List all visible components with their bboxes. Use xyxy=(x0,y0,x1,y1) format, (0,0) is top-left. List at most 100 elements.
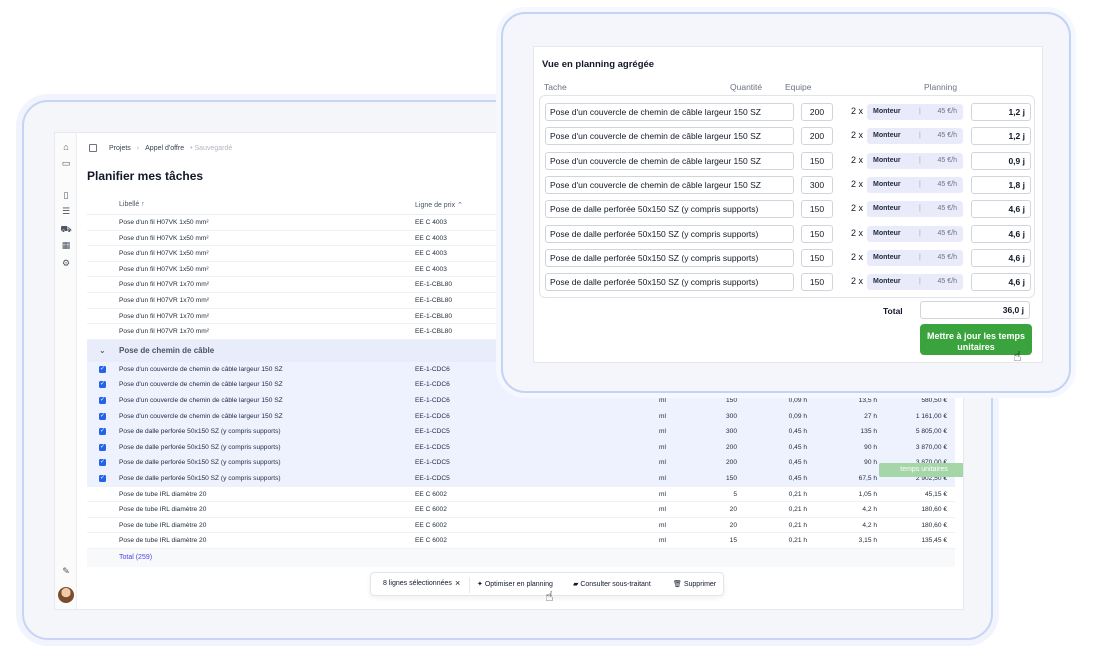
breadcrumb-projects[interactable]: Projets xyxy=(109,145,131,152)
table-row[interactable]: ✓ Pose de dalle perforée 50x150 SZ (y com… xyxy=(87,470,955,487)
row-label: Pose de tube IRL diamètre 20 xyxy=(119,537,207,545)
row-price: 135,45 € xyxy=(921,537,947,545)
integrations-icon[interactable]: ✎ xyxy=(60,565,72,577)
optimize-planning-button[interactable]: ✦ Optimiser en planning xyxy=(477,580,553,588)
checkbox-checked[interactable]: ✓ xyxy=(99,412,106,420)
col-planning: Planning xyxy=(924,82,958,92)
quantity-input[interactable]: 150 xyxy=(801,224,833,243)
role-name: Monteur xyxy=(873,253,901,261)
cart-icon[interactable]: ⛟ xyxy=(60,223,72,235)
row-hours: 27 h xyxy=(864,412,877,420)
checkbox-checked[interactable]: ✓ xyxy=(99,396,106,404)
chevron-down-icon[interactable]: ⌄ xyxy=(99,346,106,355)
task-input[interactable]: Pose d'un couvercle de chemin de câble l… xyxy=(545,127,794,146)
row-price: 3 870,00 € xyxy=(915,443,947,451)
team-role-chip[interactable]: Monteur | 45 €/h xyxy=(867,176,963,193)
planning-days-input[interactable]: 4,6 j xyxy=(971,200,1031,219)
table-row[interactable]: Pose de tube IRL diamètre 20 EE C 6002 ml 1… xyxy=(87,533,955,549)
delete-button[interactable]: 🗑 Supprimer xyxy=(673,580,716,588)
col-quantity: Quantité xyxy=(730,82,763,92)
checkbox-checked[interactable]: ✓ xyxy=(99,474,106,482)
row-price-line: EE-1-CBL80 xyxy=(415,312,453,320)
row-price: 180,60 € xyxy=(921,521,947,529)
sidebar-toggle-icon[interactable] xyxy=(89,144,97,152)
quantity-input[interactable]: 200 xyxy=(801,127,833,146)
breadcrumb-tender[interactable]: Appel d'offre xyxy=(145,145,184,152)
row-price-line: EE C 4003 xyxy=(415,234,447,242)
checkbox-checked[interactable]: ✓ xyxy=(99,365,106,373)
rows-bottom: Pose de tube IRL diamètre 20 EE C 6002 ml 5… xyxy=(87,487,955,549)
planning-days-input[interactable]: 4,6 j xyxy=(971,224,1031,243)
planning-days-input[interactable]: 1,8 j xyxy=(971,175,1031,194)
table-row[interactable]: ✓ Pose de dalle perforée 50x150 SZ (y com… xyxy=(87,439,955,456)
document-icon[interactable]: ▯ xyxy=(60,189,72,201)
team-role-chip[interactable]: Monteur | 45 €/h xyxy=(867,128,963,145)
team-role-chip[interactable]: Monteur | 45 €/h xyxy=(867,201,963,218)
row-price-line: EE-1-CDC6 xyxy=(415,396,450,404)
quantity-input[interactable]: 150 xyxy=(801,248,833,267)
quantity-input[interactable]: 150 xyxy=(801,273,833,292)
row-price: 580,50 € xyxy=(921,396,947,404)
consult-subcontractor-button[interactable]: ▰ Consulter sous-traitant xyxy=(573,580,651,588)
task-input[interactable]: Pose de dalle perforée 50x150 SZ (y comp… xyxy=(545,273,794,292)
row-label: Pose d'un couvercle de chemin de câble l… xyxy=(119,365,283,373)
role-name: Monteur xyxy=(873,180,901,188)
table-row[interactable]: Pose de tube IRL diamètre 20 EE C 6002 ml 2… xyxy=(87,518,955,534)
task-input[interactable]: Pose d'un couvercle de chemin de câble l… xyxy=(545,151,794,170)
team-role-chip[interactable]: Monteur | 45 €/h xyxy=(867,225,963,242)
planning-days-input[interactable]: 4,6 j xyxy=(971,273,1031,292)
row-quantity: 5 xyxy=(733,490,737,498)
row-hours: 4,2 h xyxy=(862,506,877,514)
team-role-chip[interactable]: Monteur | 45 €/h xyxy=(867,274,963,291)
planning-rows-box: Pose d'un couvercle de chemin de câble l… xyxy=(539,95,1035,298)
calendar-icon[interactable]: ▦ xyxy=(60,239,72,251)
table-row[interactable]: ✓ Pose d'un couvercle de chemin de câble … xyxy=(87,408,955,425)
team-multiplier: 2 x xyxy=(851,154,864,165)
team-role-chip[interactable]: Monteur | 45 €/h xyxy=(867,152,963,169)
task-input[interactable]: Pose de dalle perforée 50x150 SZ (y comp… xyxy=(545,224,794,243)
team-role-chip[interactable]: Monteur | 45 €/h xyxy=(867,249,963,266)
table-row[interactable]: ✓ Pose de dalle perforée 50x150 SZ (y com… xyxy=(87,455,955,471)
row-price-line: EE-1-CDC5 xyxy=(415,459,450,467)
quantity-input[interactable]: 300 xyxy=(801,175,833,194)
list-icon[interactable]: ☰ xyxy=(60,205,72,217)
row-hours: 135 h xyxy=(860,428,877,436)
checkbox-checked[interactable]: ✓ xyxy=(99,381,106,389)
planning-days-input[interactable]: 4,6 j xyxy=(971,248,1031,267)
divider: | xyxy=(919,156,921,164)
table-row[interactable]: ✓ Pose de dalle perforée 50x150 SZ (y com… xyxy=(87,424,955,440)
checkbox-checked[interactable]: ✓ xyxy=(99,428,106,436)
folder-icon[interactable]: ▭ xyxy=(60,157,72,169)
team-role-chip[interactable]: Monteur | 45 €/h xyxy=(867,104,963,120)
checkbox-checked[interactable]: ✓ xyxy=(99,459,106,467)
divider: | xyxy=(919,180,921,188)
settings-icon[interactable]: ⚙ xyxy=(60,257,72,269)
planning-days-input[interactable]: 1,2 j xyxy=(971,127,1031,146)
table-row[interactable]: Pose de tube IRL diamètre 20 EE C 6002 ml 5… xyxy=(87,487,955,503)
checkbox-checked[interactable]: ✓ xyxy=(99,443,106,451)
quantity-input[interactable]: 200 xyxy=(801,103,833,121)
update-unit-times-button-background[interactable]: temps unitaires xyxy=(879,463,963,477)
planning-days-input[interactable]: 0,9 j xyxy=(971,151,1031,170)
col-header-price-line[interactable]: Ligne de prix ⌃ xyxy=(415,201,463,209)
divider: | xyxy=(919,205,921,213)
role-name: Monteur xyxy=(873,229,901,237)
home-icon[interactable]: ⌂ xyxy=(60,141,72,153)
row-label: Pose de tube IRL diamètre 20 xyxy=(119,490,207,498)
table-row[interactable]: Pose de tube IRL diamètre 20 EE C 6002 ml 2… xyxy=(87,502,955,518)
user-avatar[interactable] xyxy=(58,587,74,603)
row-unit: ml xyxy=(659,474,666,482)
quantity-input[interactable]: 150 xyxy=(801,151,833,170)
task-input[interactable]: Pose d'un couvercle de chemin de câble l… xyxy=(545,103,794,121)
task-input[interactable]: Pose d'un couvercle de chemin de câble l… xyxy=(545,175,794,194)
row-price-line: EE-1-CDC6 xyxy=(415,412,450,420)
row-price-line: EE C 6002 xyxy=(415,537,447,545)
divider: | xyxy=(919,108,921,115)
quantity-input[interactable]: 150 xyxy=(801,200,833,219)
task-input[interactable]: Pose de dalle perforée 50x150 SZ (y comp… xyxy=(545,200,794,219)
close-icon[interactable]: × xyxy=(455,578,460,588)
table-row[interactable]: ✓ Pose d'un couvercle de chemin de câble … xyxy=(87,392,955,409)
task-input[interactable]: Pose de dalle perforée 50x150 SZ (y comp… xyxy=(545,248,794,267)
planning-days-input[interactable]: 1,2 j xyxy=(971,103,1031,121)
col-header-label[interactable]: Libellé ↑ xyxy=(119,201,145,208)
